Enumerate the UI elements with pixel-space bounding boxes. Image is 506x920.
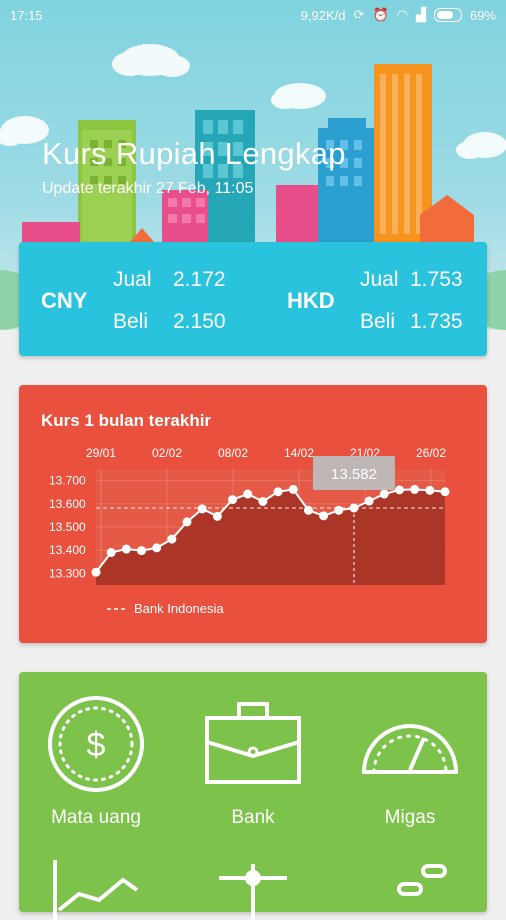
legend-label: Bank Indonesia [134,601,224,616]
data-point [243,489,253,499]
x-tick-label: 14/02 [284,446,314,460]
menu-item-bank[interactable]: Bank [196,694,310,829]
data-point [182,517,192,527]
last-update: Update terakhir 27 Feb, 11:05 [42,180,254,197]
data-point [197,504,207,514]
data-point [425,485,435,495]
data-point [349,503,359,513]
x-tick-label: 26/02 [416,446,446,460]
data-point [319,511,329,521]
svg-text:$: $ [87,726,106,764]
list-icon [397,864,447,896]
currency-code-hkd: HKD [287,288,335,313]
x-tick-label: 08/02 [218,446,248,460]
wifi-icon: ◠ [396,7,408,22]
menu-item-migas[interactable]: Migas [353,694,467,829]
gauge-icon [361,724,459,774]
data-point [364,496,374,506]
data-point [137,546,147,556]
hkd-buy-value: 1.735 [410,310,463,333]
tooltip-value: 13.582 [331,466,377,483]
app-title: Kurs Rupiah Lengkap [42,136,346,171]
menu-label: Migas [384,807,436,828]
title-block: Kurs Rupiah Lengkap Update terakhir 27 F… [42,136,346,198]
x-tick-label: 29/01 [86,446,116,460]
scale-icon [219,864,287,920]
data-point [440,487,450,497]
sell-label: Jual [360,268,399,291]
data-point [334,505,344,515]
data-point [121,544,131,554]
menu-card: $ Mata uang Bank Migas [19,672,487,920]
y-tick-label: 13.300 [49,566,86,580]
menu-label: Mata uang [51,807,141,828]
currency-code-cny: CNY [41,288,88,313]
y-tick-label: 13.500 [49,520,86,534]
status-time: 17:15 [10,7,43,23]
menu-second-row-icons [53,860,447,920]
buy-label: Beli [360,310,396,333]
signal-icon: ▟ [415,7,426,22]
y-tick-label: 13.400 [49,543,86,557]
buy-label: Beli [113,310,149,333]
data-point [288,484,298,494]
battery-icon [433,8,462,22]
chart-line-icon [53,860,139,920]
data-point [410,484,420,494]
sync-icon: ⟳ [353,7,365,22]
network-speed: 9,92K/d [300,7,346,23]
briefcase-icon [205,702,301,784]
x-tick-label: 02/02 [152,446,182,460]
data-point [167,534,177,544]
data-point [258,496,268,506]
cny-buy-value: 2.150 [173,310,226,333]
alarm-icon: ⏰ [372,7,389,22]
y-tick-label: 13.700 [49,474,86,488]
sell-label: Jual [113,268,152,291]
data-point [228,495,238,505]
status-bar: 17:15 9,92K/d ⟳ ⏰ ◠ ▟ 69% [0,0,506,30]
hkd-sell-value: 1.753 [410,268,463,291]
cny-sell-value: 2.172 [173,268,226,291]
data-point [212,511,222,521]
menu-label: Bank [231,807,275,828]
rate-card[interactable]: CNY Jual 2.172 Beli 2.150 HKD Jual 1.753… [19,242,487,356]
y-tick-label: 13.600 [49,497,86,511]
dollar-coin-icon: $ [48,696,144,792]
menu-item-mata-uang[interactable]: $ Mata uang [39,694,153,829]
battery-level: 69% [469,7,496,23]
data-point [394,485,404,495]
data-point [273,487,283,497]
chart-card[interactable]: Kurs 1 bulan terakhir 29/01 02/02 08/02 14/… [19,385,487,643]
data-point [379,489,389,499]
data-point [303,505,313,515]
data-point [106,548,116,558]
exchange-rate-chart: 29/01 02/02 08/02 14/02 21/02 26/0213.70013.6… [49,446,450,616]
data-point [152,543,162,553]
data-point [91,567,101,577]
